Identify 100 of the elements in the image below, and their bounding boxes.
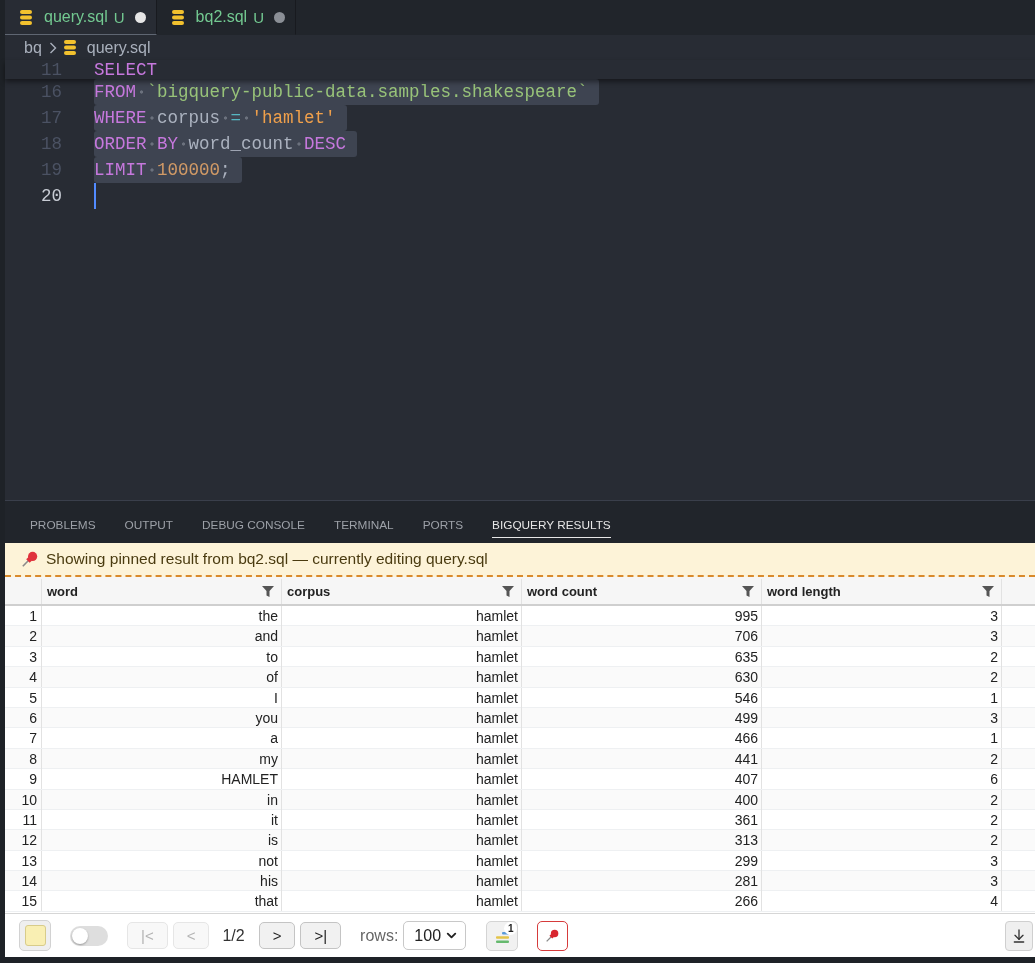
table-cell: 2 bbox=[762, 646, 1002, 667]
table-cell: hamlet bbox=[282, 667, 522, 688]
panel-tab[interactable]: TERMINAL bbox=[334, 512, 394, 538]
row-number: 12 bbox=[5, 830, 42, 851]
table-cell: hamlet bbox=[282, 748, 522, 769]
table-cell: HAMLET bbox=[42, 769, 282, 790]
page-indicator: 1/2 bbox=[222, 926, 245, 945]
pin-button[interactable] bbox=[537, 920, 569, 951]
chevron-right-icon bbox=[48, 41, 57, 54]
layers-button[interactable]: 1 bbox=[486, 920, 519, 951]
page-nav-button[interactable]: >| bbox=[300, 922, 342, 949]
download-icon bbox=[1011, 927, 1027, 944]
table-cell: hamlet bbox=[282, 850, 522, 871]
table-cell: 400 bbox=[522, 789, 762, 810]
table-cell: 6 bbox=[762, 769, 1002, 790]
row-number: 11 bbox=[5, 809, 42, 830]
table-cell: 466 bbox=[522, 728, 762, 749]
banner-text: Showing pinned result from bq2.sql — currently editing query.sql bbox=[46, 550, 488, 568]
database-icon bbox=[20, 9, 32, 25]
page-nav-button[interactable]: > bbox=[258, 922, 296, 949]
row-number: 7 bbox=[5, 728, 42, 749]
table-cell: not bbox=[42, 850, 282, 871]
table-cell: 546 bbox=[522, 687, 762, 708]
table-cell: hamlet bbox=[282, 809, 522, 830]
table-cell: 361 bbox=[522, 809, 762, 830]
table-cell: 4 bbox=[762, 891, 1002, 912]
column-header: corpus bbox=[287, 584, 331, 599]
pushpin-icon bbox=[546, 929, 560, 942]
table-cell: you bbox=[42, 707, 282, 728]
row-number: 6 bbox=[5, 707, 42, 728]
table-cell: and bbox=[42, 626, 282, 647]
table-cell: 266 bbox=[522, 891, 762, 912]
table-cell: hamlet bbox=[282, 626, 522, 647]
table-cell: hamlet bbox=[282, 687, 522, 708]
text-cursor bbox=[94, 183, 96, 209]
swatch-button[interactable] bbox=[19, 920, 51, 951]
table-cell: 499 bbox=[522, 707, 762, 728]
table-cell: hamlet bbox=[282, 769, 522, 790]
panel-tab[interactable]: OUTPUT bbox=[124, 512, 174, 538]
column-header: word bbox=[47, 584, 79, 599]
layer-count: 1 bbox=[504, 921, 518, 935]
database-icon bbox=[63, 40, 76, 55]
table-cell: 2 bbox=[762, 809, 1002, 830]
table-cell: 2 bbox=[762, 789, 1002, 810]
table-cell: of bbox=[42, 667, 282, 688]
table-cell: hamlet bbox=[282, 830, 522, 851]
stacked-bars-icon bbox=[495, 932, 509, 943]
table-cell: that bbox=[42, 891, 282, 912]
table-cell: in bbox=[42, 789, 282, 810]
row-number: 4 bbox=[5, 667, 42, 688]
toggle-switch[interactable] bbox=[70, 925, 108, 946]
row-number: 3 bbox=[5, 646, 42, 667]
panel-tab[interactable]: PORTS bbox=[422, 512, 464, 538]
row-number: 15 bbox=[5, 891, 42, 912]
row-number: 9 bbox=[5, 769, 42, 790]
row-number: 5 bbox=[5, 687, 42, 708]
pushpin-icon bbox=[22, 551, 38, 567]
row-number: 2 bbox=[5, 626, 42, 647]
download-button[interactable] bbox=[1005, 920, 1033, 951]
table-cell: 2 bbox=[762, 667, 1002, 688]
filter-icon[interactable] bbox=[982, 586, 994, 597]
database-icon bbox=[171, 9, 184, 25]
table-cell: 630 bbox=[522, 667, 762, 688]
table-cell: 2 bbox=[762, 830, 1002, 851]
table-cell: my bbox=[42, 748, 282, 769]
table-cell: 313 bbox=[522, 830, 762, 851]
color-swatch-icon bbox=[24, 925, 46, 946]
row-number: 10 bbox=[5, 789, 42, 810]
git-status: U bbox=[113, 8, 125, 26]
table-cell: 2 bbox=[762, 748, 1002, 769]
row-number: 13 bbox=[5, 850, 42, 871]
panel-tab[interactable]: PROBLEMS bbox=[30, 512, 96, 538]
table-cell: 1 bbox=[762, 687, 1002, 708]
code-line: SELECT bbox=[94, 60, 157, 79]
table-cell: 3 bbox=[762, 707, 1002, 728]
table-cell: 441 bbox=[522, 748, 762, 769]
editor-tab[interactable]: query.sql U bbox=[5, 0, 157, 35]
column-header: word count bbox=[527, 584, 598, 599]
table-cell: hamlet bbox=[282, 789, 522, 810]
table-cell: hamlet bbox=[282, 707, 522, 728]
table-cell: hamlet bbox=[282, 728, 522, 749]
table-cell: is bbox=[42, 830, 282, 851]
table-cell: 635 bbox=[522, 646, 762, 667]
table-cell: I bbox=[42, 687, 282, 708]
table-cell: a bbox=[42, 728, 282, 749]
filter-icon[interactable] bbox=[502, 586, 514, 597]
row-number: 8 bbox=[5, 748, 42, 769]
rows-label: rows: bbox=[360, 926, 399, 945]
rows-select[interactable]: 100 bbox=[403, 921, 467, 950]
breadcrumb-item[interactable]: bq bbox=[24, 38, 42, 57]
table-cell: hamlet bbox=[282, 891, 522, 912]
filter-icon[interactable] bbox=[262, 586, 274, 597]
column-header: word length bbox=[767, 584, 841, 599]
table-cell: it bbox=[42, 809, 282, 830]
table-cell: 407 bbox=[522, 769, 762, 790]
breadcrumb-item[interactable]: query.sql bbox=[63, 38, 151, 57]
filter-icon[interactable] bbox=[742, 586, 754, 597]
table-cell: 299 bbox=[522, 850, 762, 871]
panel-tab[interactable]: DEBUG CONSOLE bbox=[202, 512, 305, 538]
panel-tab[interactable]: BIGQUERY RESULTS bbox=[492, 512, 611, 538]
